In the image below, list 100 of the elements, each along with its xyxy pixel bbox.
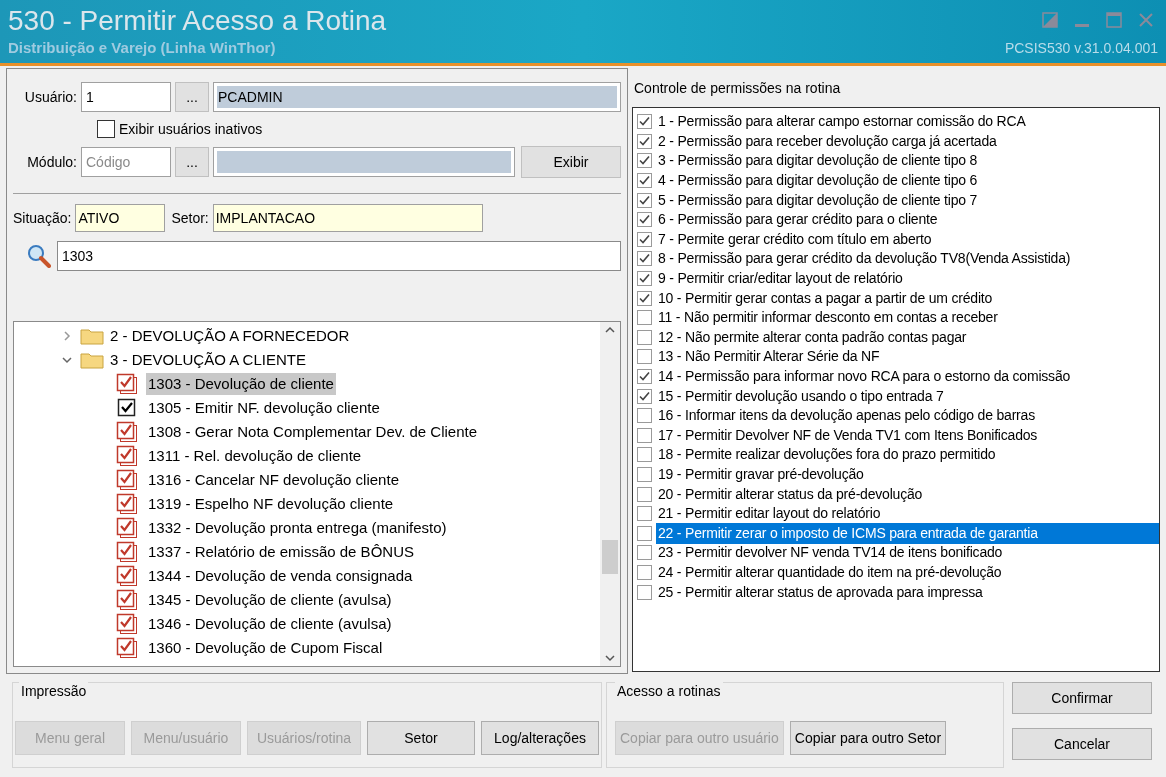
tree-item[interactable]: 1305 - Emitir NF. devolução cliente	[146, 396, 382, 420]
search-icon	[27, 244, 51, 268]
user-code-field[interactable]: 1	[81, 82, 171, 112]
permission-checkbox[interactable]	[637, 486, 652, 502]
permission-checkbox[interactable]	[637, 388, 652, 404]
permission-item[interactable]: 9 - Permitir criar/editar layout de relatório	[656, 268, 903, 290]
action-button[interactable]: Setor	[367, 721, 475, 755]
module-name-field[interactable]	[213, 147, 515, 177]
collapse-chevron-icon[interactable]	[60, 355, 74, 365]
sector-field[interactable]: IMPLANTACAO	[212, 204, 483, 232]
user-name-field[interactable]: PCADMIN	[213, 82, 621, 112]
action-button[interactable]: Confirmar	[1012, 682, 1152, 714]
tree-item[interactable]: 1308 - Gerar Nota Complementar Dev. de Cliente	[146, 420, 480, 444]
checkbox-stack-icon[interactable]	[116, 637, 138, 659]
permission-checkbox[interactable]	[637, 506, 652, 522]
permission-checkbox[interactable]	[637, 349, 652, 365]
permission-item[interactable]: 6 - Permissão para gerar crédito para o cliente	[656, 209, 938, 231]
tree-folder-item[interactable]: 3 - DEVOLUÇÃO A CLIENTE	[110, 348, 306, 372]
checkbox-stack-icon[interactable]	[116, 373, 138, 395]
permission-item[interactable]: 22 - Permitir zerar o imposto de ICMS para entrada de garantia	[656, 522, 1159, 544]
checkbox-stack-icon[interactable]	[116, 613, 138, 635]
permission-checkbox[interactable]	[637, 329, 652, 345]
permission-checkbox[interactable]	[637, 192, 652, 208]
permission-item[interactable]: 25 - Permitir alterar status de aprovada para impressa	[656, 581, 983, 603]
checkbox-stack-icon[interactable]	[116, 421, 138, 443]
search-field[interactable]: 1303	[57, 241, 621, 271]
permission-checkbox[interactable]	[637, 447, 652, 463]
permission-item[interactable]: 13 - Não Permitir Alterar Série da NF	[656, 346, 880, 368]
permission-checkbox[interactable]	[637, 114, 652, 130]
permission-item[interactable]: 12 - Não permite alterar conta padrão contas pagar	[656, 326, 967, 348]
user-label: Usuário:	[23, 87, 77, 107]
permission-item[interactable]: 11 - Não permitir informar desconto em contas a receber	[656, 307, 998, 329]
permission-checkbox[interactable]	[637, 408, 652, 424]
permission-item[interactable]: 20 - Permitir alterar status da pré-devolução	[656, 483, 923, 505]
tree-item[interactable]: 1345 - Devolução de cliente (avulsa)	[146, 588, 394, 612]
show-button[interactable]: Exibir	[521, 146, 621, 178]
scroll-thumb[interactable]	[602, 540, 618, 574]
permission-item[interactable]: 14 - Permissão para informar novo RCA para o estorno da comissão	[656, 366, 1071, 387]
module-label: Módulo:	[26, 152, 77, 172]
permission-checkbox[interactable]	[637, 525, 652, 541]
checkbox-icon[interactable]	[116, 397, 138, 419]
permission-checkbox[interactable]	[637, 467, 652, 482]
tree-item[interactable]: 1316 - Cancelar NF devolução cliente	[146, 468, 401, 492]
permission-item[interactable]: 2 - Permissão para receber devolução carga já acertada	[656, 130, 997, 152]
scrollbar[interactable]	[600, 322, 620, 666]
browse-button[interactable]: ...	[175, 82, 209, 112]
permission-item[interactable]: 17 - Permitir Devolver NF de Venda TV1 com Itens Bonificados	[656, 424, 1038, 446]
permission-item[interactable]: 10 - Permitir gerar contas a pagar a partir de um crédito	[656, 287, 993, 309]
permission-item[interactable]: 19 - Permitir gravar pré-devolução	[656, 464, 864, 485]
checkbox-stack-icon[interactable]	[116, 541, 138, 563]
checkbox-stack-icon[interactable]	[116, 469, 138, 491]
tree-item[interactable]: 1303 - Devolução de cliente	[146, 372, 336, 396]
permission-item[interactable]: 7 - Permite gerar crédito com título em aberto	[656, 228, 932, 250]
action-button[interactable]: Log/alterações	[481, 721, 599, 755]
permission-checkbox[interactable]	[637, 290, 652, 306]
permission-item[interactable]: 18 - Permite realizar devoluções fora do prazo permitido	[656, 444, 996, 466]
scroll-down-icon[interactable]	[605, 654, 615, 662]
permission-checkbox[interactable]	[637, 231, 652, 247]
window-subtitle: Distribuição e Varejo (Linha WinThor)	[8, 38, 277, 58]
permission-checkbox[interactable]	[637, 564, 652, 580]
permission-item[interactable]: 8 - Permissão para gerar crédito da devolução TV8(Venda Assistida)	[656, 248, 1071, 270]
checkbox-stack-icon[interactable]	[116, 589, 138, 611]
browse-button[interactable]: ...	[175, 147, 209, 177]
checkbox-stack-icon[interactable]	[116, 517, 138, 539]
tree-item[interactable]: 1319 - Espelho NF devolução cliente	[146, 492, 396, 516]
permission-checkbox[interactable]	[637, 427, 652, 443]
permission-checkbox[interactable]	[637, 212, 652, 228]
permission-item[interactable]: 3 - Permissão para digitar devolução de cliente tipo 8	[656, 150, 978, 172]
permission-checkbox[interactable]	[637, 153, 652, 169]
status-field[interactable]: ATIVO	[75, 204, 166, 232]
permission-checkbox[interactable]	[637, 133, 652, 149]
permission-checkbox[interactable]	[637, 369, 652, 384]
module-code-field[interactable]: Código	[81, 147, 171, 177]
checkbox-stack-icon[interactable]	[116, 445, 138, 467]
permission-checkbox[interactable]	[637, 271, 652, 287]
permission-checkbox[interactable]	[637, 310, 652, 326]
tree-item[interactable]: 1332 - Devolução pronta entrega (manifesto)	[146, 516, 449, 540]
tree-item[interactable]: 1344 - Devolução de venda consignada	[146, 564, 415, 588]
action-button[interactable]: Cancelar	[1012, 728, 1152, 760]
permission-item[interactable]: 16 - Informar itens da devolução apenas pelo código de barras	[656, 405, 1035, 427]
permission-item[interactable]: 21 - Permitir editar layout do relatório	[656, 503, 881, 525]
permission-item[interactable]: 1 - Permissão para alterar campo estornar comissão do RCA	[656, 111, 1026, 133]
tree-folder-item[interactable]: 2 - DEVOLUÇÃO A FORNECEDOR	[110, 324, 350, 348]
tree-item[interactable]: 1360 - Devolução de Cupom Fiscal	[146, 636, 385, 660]
checkbox-stack-icon[interactable]	[116, 565, 138, 587]
checkbox-stack-icon[interactable]	[116, 493, 138, 515]
permission-item[interactable]: 15 - Permitir devolução usando o tipo entrada 7	[656, 385, 944, 407]
permission-checkbox[interactable]	[637, 584, 652, 600]
permission-item[interactable]: 4 - Permissão para digitar devolução de cliente tipo 6	[656, 170, 978, 192]
permission-checkbox[interactable]	[637, 173, 652, 189]
tree-item[interactable]: 1346 - Devolução de cliente (avulsa)	[146, 612, 394, 636]
permission-item[interactable]: 24 - Permitir alterar quantidade do item na pré-devolução	[656, 561, 1002, 583]
tree-item[interactable]: 1337 - Relatório de emissão de BÔNUS	[146, 540, 416, 564]
permission-item[interactable]: 23 - Permitir devolver NF venda TV14 de itens bonificado	[656, 542, 1003, 564]
action-button[interactable]: Copiar para outro Setor	[789, 721, 947, 755]
scroll-up-icon[interactable]	[605, 326, 615, 334]
tree-item[interactable]: 1311 - Rel. devolução de cliente	[146, 444, 364, 468]
permission-checkbox[interactable]	[637, 545, 652, 561]
permission-checkbox[interactable]	[637, 251, 652, 267]
permission-item[interactable]: 5 - Permissão para digitar devolução de cliente tipo 7	[656, 189, 978, 211]
